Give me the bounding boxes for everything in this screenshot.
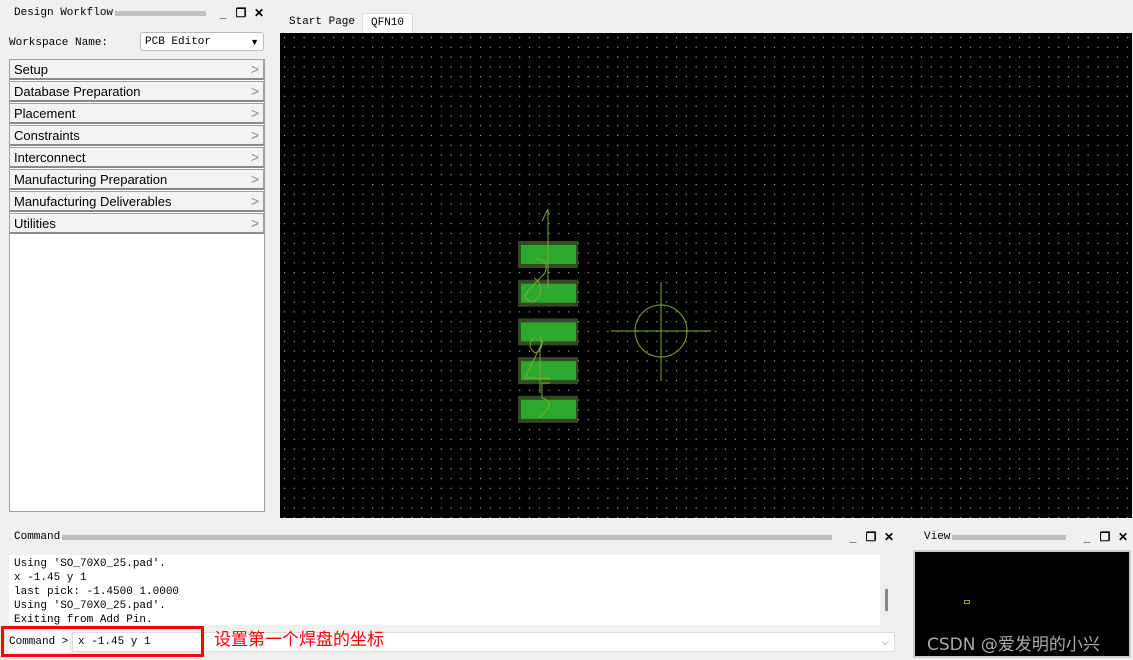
workspace-value: PCB Editor	[145, 35, 212, 48]
minimize-icon[interactable]: _	[1080, 530, 1094, 544]
chevron-down-icon: ▼	[250, 36, 259, 47]
workflow-item-label: Placement	[14, 105, 76, 121]
workflow-item-constraints[interactable]: Constraints >	[9, 125, 264, 146]
log-line: Using 'SO_70X0_25.pad'.	[14, 558, 166, 570]
log-line: last pick: -1.4500 1.0000	[14, 586, 180, 598]
command-log: Using 'SO_70X0_25.pad'. x -1.45 y 1 last p…	[9, 555, 880, 625]
chevron-right-icon: >	[250, 105, 259, 121]
view-minimap[interactable]: CSDN @爱发明的小兴	[913, 550, 1131, 658]
workflow-item-setup[interactable]: Setup >	[9, 59, 264, 80]
chevron-right-icon: >	[250, 171, 259, 187]
drag-handle[interactable]	[62, 534, 832, 540]
tab-start-page[interactable]: Start Page	[281, 13, 364, 33]
workflow-item-database-preparation[interactable]: Database Preparation >	[9, 81, 264, 102]
minimize-icon[interactable]: _	[846, 530, 860, 544]
workflow-item-interconnect[interactable]: Interconnect >	[9, 147, 264, 168]
pad-4[interactable]	[521, 361, 576, 381]
workflow-item-label: Constraints	[14, 127, 80, 143]
close-icon[interactable]: ✕	[1116, 530, 1130, 544]
close-icon[interactable]: ✕	[882, 530, 896, 544]
view-titlebar: View _ ❐ ✕	[924, 530, 1130, 544]
chevron-right-icon: >	[250, 61, 259, 77]
workflow-item-placement[interactable]: Placement >	[9, 103, 264, 124]
command-title: Command	[14, 531, 61, 543]
drag-handle[interactable]	[115, 10, 206, 16]
command-titlebar: Command _ ❐ ✕	[14, 530, 896, 544]
workflow-item-label: Database Preparation	[14, 83, 141, 99]
view-title: View	[924, 531, 951, 543]
chevron-right-icon: >	[250, 83, 259, 99]
design-canvas[interactable]	[280, 33, 1132, 518]
workflow-item-manufacturing-deliverables[interactable]: Manufacturing Deliverables >	[9, 191, 264, 212]
chevron-right-icon: >	[250, 193, 259, 209]
restore-icon[interactable]: ❐	[1098, 530, 1112, 544]
restore-icon[interactable]: ❐	[234, 6, 248, 20]
workflow-item-label: Interconnect	[14, 149, 86, 165]
chevron-right-icon: >	[250, 215, 259, 231]
log-line: Using 'SO_70X0_25.pad'.	[14, 600, 166, 612]
workspace-label: Workspace Name:	[9, 37, 109, 49]
workflow-item-label: Manufacturing Preparation	[14, 171, 168, 187]
restore-icon[interactable]: ❐	[864, 530, 878, 544]
scrollbar-thumb[interactable]	[885, 589, 888, 611]
workflow-item-label: Manufacturing Deliverables	[14, 193, 172, 209]
drag-handle[interactable]	[952, 534, 1066, 540]
minimap-footprint	[964, 600, 970, 604]
scrollbar[interactable]	[880, 555, 895, 625]
tab-qfn10[interactable]: QFN10	[362, 13, 414, 33]
annotation-text: 设置第一个焊盘的坐标	[214, 630, 384, 650]
close-icon[interactable]: ✕	[252, 6, 266, 20]
workflow-item-label: Utilities	[14, 215, 56, 231]
workflow-item-manufacturing-preparation[interactable]: Manufacturing Preparation >	[9, 169, 264, 190]
pad-3[interactable]	[521, 322, 576, 342]
chevron-right-icon: >	[250, 149, 259, 165]
workflow-item-label: Setup	[14, 61, 48, 77]
log-line: Exiting from Add Pin.	[14, 614, 153, 625]
workflow-titlebar: Design Workflow _ ❐ ✕	[14, 6, 266, 20]
annotation-highlight-box	[1, 626, 204, 657]
chevron-right-icon: >	[250, 127, 259, 143]
workspace-select[interactable]: PCB Editor ▼	[140, 32, 264, 51]
workflow-title: Design Workflow	[14, 7, 114, 19]
minimize-icon[interactable]: _	[216, 6, 230, 20]
workflow-item-utilities[interactable]: Utilities >	[9, 213, 264, 234]
watermark: CSDN @爱发明的小兴	[927, 635, 1100, 655]
chevron-down-icon[interactable]: ⌵	[881, 637, 889, 648]
log-line: x -1.45 y 1	[14, 572, 87, 584]
